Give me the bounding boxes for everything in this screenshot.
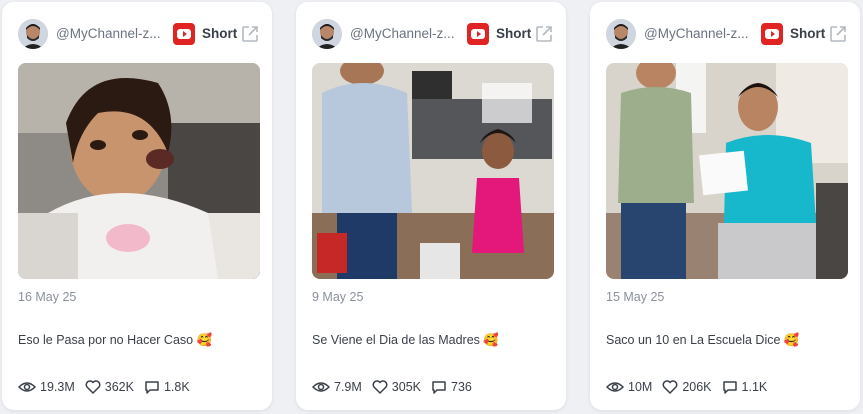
avatar[interactable] xyxy=(606,19,636,49)
comments-count: 1.1K xyxy=(741,380,768,394)
youtube-icon xyxy=(467,23,489,45)
video-stats: 19.3M 362K 1.8K xyxy=(18,378,200,396)
eye-icon xyxy=(18,382,36,392)
comments-count: 736 xyxy=(451,380,472,394)
likes-stat: 206K xyxy=(662,380,712,394)
avatar[interactable] xyxy=(312,19,342,49)
comment-icon xyxy=(432,381,446,394)
card-header: @MyChannel-z... Short xyxy=(590,18,860,50)
comments-stat: 736 xyxy=(431,380,472,394)
likes-count: 305K xyxy=(391,380,421,394)
comments-count: 1.8K xyxy=(163,380,190,394)
likes-stat: 305K xyxy=(372,380,421,394)
eye-icon xyxy=(606,382,624,392)
card-header: @MyChannel-z... Short xyxy=(2,18,272,50)
heart-icon xyxy=(85,380,101,394)
views-count: 7.9M xyxy=(334,380,362,394)
publish-date: 16 May 25 xyxy=(18,290,77,304)
publish-date: 15 May 25 xyxy=(606,290,665,304)
comments-stat: 1.1K xyxy=(722,380,768,394)
comment-icon xyxy=(145,381,159,394)
youtube-icon xyxy=(761,23,783,45)
views-stat: 7.9M xyxy=(312,380,362,394)
video-stats: 10M 206K 1.1K xyxy=(606,378,777,396)
video-type-label: Short xyxy=(202,26,238,41)
likes-count: 206K xyxy=(682,380,712,394)
views-stat: 19.3M xyxy=(18,380,75,394)
external-link-icon[interactable] xyxy=(534,24,554,44)
video-thumbnail[interactable] xyxy=(312,63,554,279)
publish-date: 9 May 25 xyxy=(312,290,364,304)
video-stats: 7.9M 305K 736 xyxy=(312,378,482,396)
comment-icon xyxy=(722,381,737,394)
channel-name[interactable]: @MyChannel-z... xyxy=(350,26,458,41)
video-thumbnail[interactable] xyxy=(606,63,848,279)
video-card[interactable]: @MyChannel-z... Short 15 May 25 Saco un … xyxy=(590,2,860,410)
likes-stat: 362K xyxy=(85,380,134,394)
heart-icon xyxy=(662,380,678,394)
views-count: 10M xyxy=(628,380,653,394)
video-title: Eso le Pasa por no Hacer Caso 🥰 xyxy=(18,333,213,347)
heart-icon xyxy=(372,380,388,394)
external-link-icon[interactable] xyxy=(240,24,260,44)
channel-name[interactable]: @MyChannel-z... xyxy=(56,26,164,41)
card-header: @MyChannel-z... Short xyxy=(296,18,566,50)
channel-name[interactable]: @MyChannel-z... xyxy=(644,26,752,41)
eye-icon xyxy=(312,382,330,392)
views-count: 19.3M xyxy=(40,380,75,394)
video-title: Se Viene el Dia de las Madres 🥰 xyxy=(312,333,499,347)
views-stat: 10M xyxy=(606,380,652,394)
comments-stat: 1.8K xyxy=(144,380,190,394)
video-type-label: Short xyxy=(496,26,532,41)
external-link-icon[interactable] xyxy=(828,24,848,44)
video-card[interactable]: @MyChannel-z... Short 16 May 25 Eso le P… xyxy=(2,2,272,410)
video-title: Saco un 10 en La Escuela Dice 🥰 xyxy=(606,333,800,347)
avatar[interactable] xyxy=(18,19,48,49)
youtube-icon xyxy=(173,23,195,45)
likes-count: 362K xyxy=(104,380,134,394)
video-card[interactable]: @MyChannel-z... Short 9 May 25 Se Viene … xyxy=(296,2,566,410)
video-type-label: Short xyxy=(790,26,826,41)
video-thumbnail[interactable] xyxy=(18,63,260,279)
